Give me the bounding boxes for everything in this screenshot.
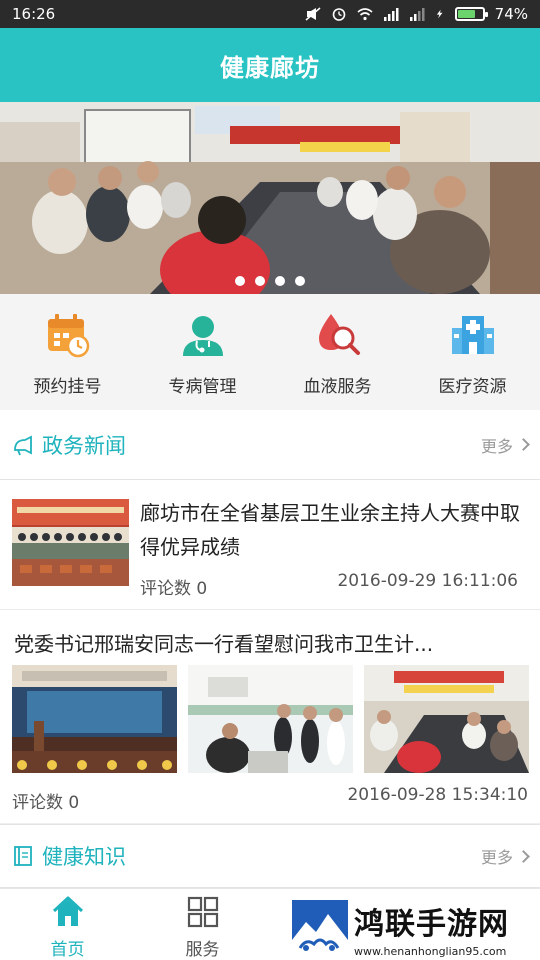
news-image <box>12 665 177 773</box>
battery-icon <box>454 7 488 21</box>
news-image-row <box>12 665 529 773</box>
section-title: 政务新闻 <box>42 433 126 458</box>
carousel-dot[interactable] <box>275 276 285 286</box>
alarm-icon <box>332 8 345 21</box>
app-header: 健康廊坊 <box>0 28 540 102</box>
home-icon <box>52 896 83 926</box>
service-label: 专病管理 <box>168 377 237 397</box>
more-label: 更多 <box>480 848 513 867</box>
page-title: 健康廊坊 <box>220 53 320 82</box>
carousel-dot[interactable] <box>255 276 265 286</box>
news-image <box>364 665 529 773</box>
gov-news-header: 政务新闻 更多 <box>0 410 540 480</box>
watermark-logo <box>292 900 348 956</box>
news-date: 2016-09-28 15:34:10 <box>347 785 528 805</box>
mute-icon <box>305 7 321 21</box>
watermark-name: 鸿联手游网 <box>354 906 509 942</box>
nav-services[interactable]: 服务 <box>135 889 270 960</box>
wifi-icon <box>357 8 373 21</box>
calendar-clock-icon <box>47 314 89 358</box>
chevron-right-icon <box>517 849 530 863</box>
doctor-icon <box>182 316 223 356</box>
service-label: 血液服务 <box>303 377 372 397</box>
carousel-dots <box>0 276 540 286</box>
watermark: 鸿联手游网 www.henanhonglian95.com <box>292 896 540 960</box>
status-time: 16:26 <box>12 5 56 23</box>
comment-count: 评论数 0 <box>12 793 80 813</box>
health-knowledge-header: 健康知识 更多 <box>0 824 540 888</box>
nav-label: 服务 <box>185 940 220 960</box>
watermark-url: www.henanhonglian95.com <box>354 944 507 958</box>
service-label: 预约挂号 <box>33 377 102 397</box>
carousel-dot[interactable] <box>295 276 305 286</box>
blood-search-icon <box>318 314 360 355</box>
grid-icon <box>187 896 218 928</box>
carousel-dot[interactable] <box>235 276 245 286</box>
more-label: 更多 <box>480 436 513 456</box>
more-link[interactable]: 更多 <box>480 844 530 868</box>
news-date: 2016-09-29 16:11:06 <box>337 571 518 591</box>
news-title: 党委书记邢瑞安同志一行看望慰问我市卫生计... <box>14 632 434 656</box>
news-item[interactable]: 党委书记邢瑞安同志一行看望慰问我市卫生计... 评论数 0 2016-09-28… <box>0 610 540 823</box>
news-title: 廊坊市在全省基层卫生业余主持人大赛中取得优异成绩 <box>140 501 520 559</box>
charging-icon <box>436 9 443 19</box>
news-thumbnail <box>12 499 129 586</box>
service-disease-management[interactable]: 专病管理 <box>135 294 270 410</box>
section-title: 健康知识 <box>42 845 126 869</box>
comment-count: 评论数 0 <box>140 579 208 599</box>
service-appointment[interactable]: 预约挂号 <box>0 294 135 410</box>
service-medical-resources[interactable]: 医疗资源 <box>405 294 540 410</box>
book-icon <box>14 846 32 866</box>
news-item[interactable]: 廊坊市在全省基层卫生业余主持人大赛中取得优异成绩 评论数 0 2016-09-2… <box>0 480 540 610</box>
service-blood[interactable]: 血液服务 <box>270 294 405 410</box>
nav-label: 首页 <box>50 940 85 960</box>
hospital-icon <box>451 316 494 354</box>
news-image <box>188 665 353 773</box>
announcement-icon <box>14 435 32 455</box>
nav-home[interactable]: 首页 <box>0 889 135 960</box>
banner-carousel[interactable] <box>0 102 540 294</box>
chevron-right-icon <box>517 438 530 451</box>
banner-photo <box>0 102 540 294</box>
signal-2-icon <box>409 8 425 21</box>
battery-percent: 74% <box>494 5 528 23</box>
status-bar: 16:26 74% <box>0 0 540 28</box>
service-label: 医疗资源 <box>438 377 507 397</box>
signal-icon <box>383 8 399 21</box>
service-grid: 预约挂号 专病管理 血液服务 医疗资源 <box>0 294 540 410</box>
more-link[interactable]: 更多 <box>480 433 530 457</box>
news-list: 廊坊市在全省基层卫生业余主持人大赛中取得优异成绩 评论数 0 2016-09-2… <box>0 480 540 823</box>
